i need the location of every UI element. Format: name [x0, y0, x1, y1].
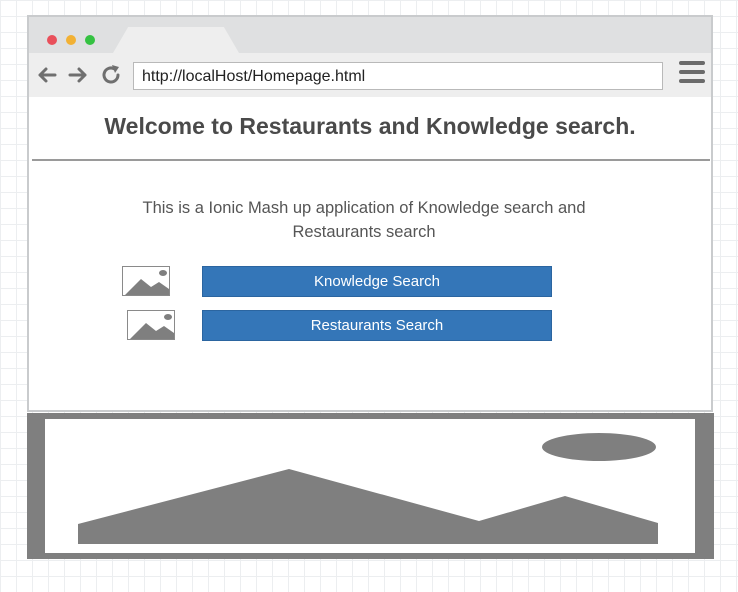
browser-tab[interactable] [113, 27, 239, 53]
url-input[interactable]: http://localHost/Homepage.html [133, 62, 663, 90]
hamburger-menu-icon[interactable] [679, 61, 705, 89]
restaurants-search-button[interactable]: Restaurants Search [202, 310, 552, 341]
minimize-window-button[interactable] [66, 35, 76, 45]
footer-image-placeholder [27, 413, 714, 559]
page-description: This is a Ionic Mash up application of K… [142, 199, 586, 241]
browser-titlebar [29, 17, 711, 53]
header-divider [32, 159, 710, 161]
browser-toolbar: http://localHost/Homepage.html [29, 53, 711, 97]
footer-image-canvas [45, 419, 695, 553]
page-title: Welcome to Restaurants and Knowledge sea… [104, 113, 636, 139]
knowledge-search-button[interactable]: Knowledge Search [202, 266, 552, 297]
maximize-window-button[interactable] [85, 35, 95, 45]
reload-icon[interactable] [99, 63, 123, 87]
close-window-button[interactable] [47, 35, 57, 45]
footer-image-placeholder-icon [78, 433, 658, 544]
back-arrow-icon[interactable] [35, 63, 59, 87]
restaurants-image-placeholder-icon [127, 310, 175, 340]
knowledge-image-placeholder-icon [122, 266, 170, 296]
browser-window: http://localHost/Homepage.html Welcome t… [27, 15, 713, 412]
forward-arrow-icon[interactable] [66, 63, 90, 87]
